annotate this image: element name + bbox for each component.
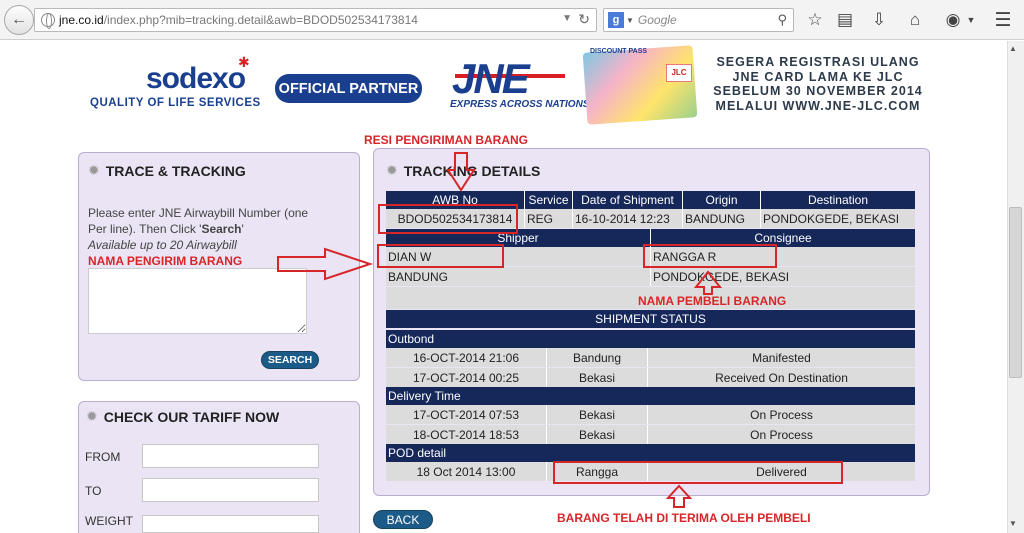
down-arrow-icon	[446, 152, 476, 192]
up-arrow-icon	[665, 484, 693, 508]
up-arrow-icon	[693, 270, 723, 295]
right-arrow-icon	[277, 247, 374, 281]
scroll-down-icon[interactable]: ▼	[1009, 519, 1017, 528]
scroll-thumb[interactable]	[1009, 207, 1022, 378]
annotation-arrows	[277, 152, 723, 508]
scroll-up-icon[interactable]: ▲	[1009, 44, 1017, 53]
